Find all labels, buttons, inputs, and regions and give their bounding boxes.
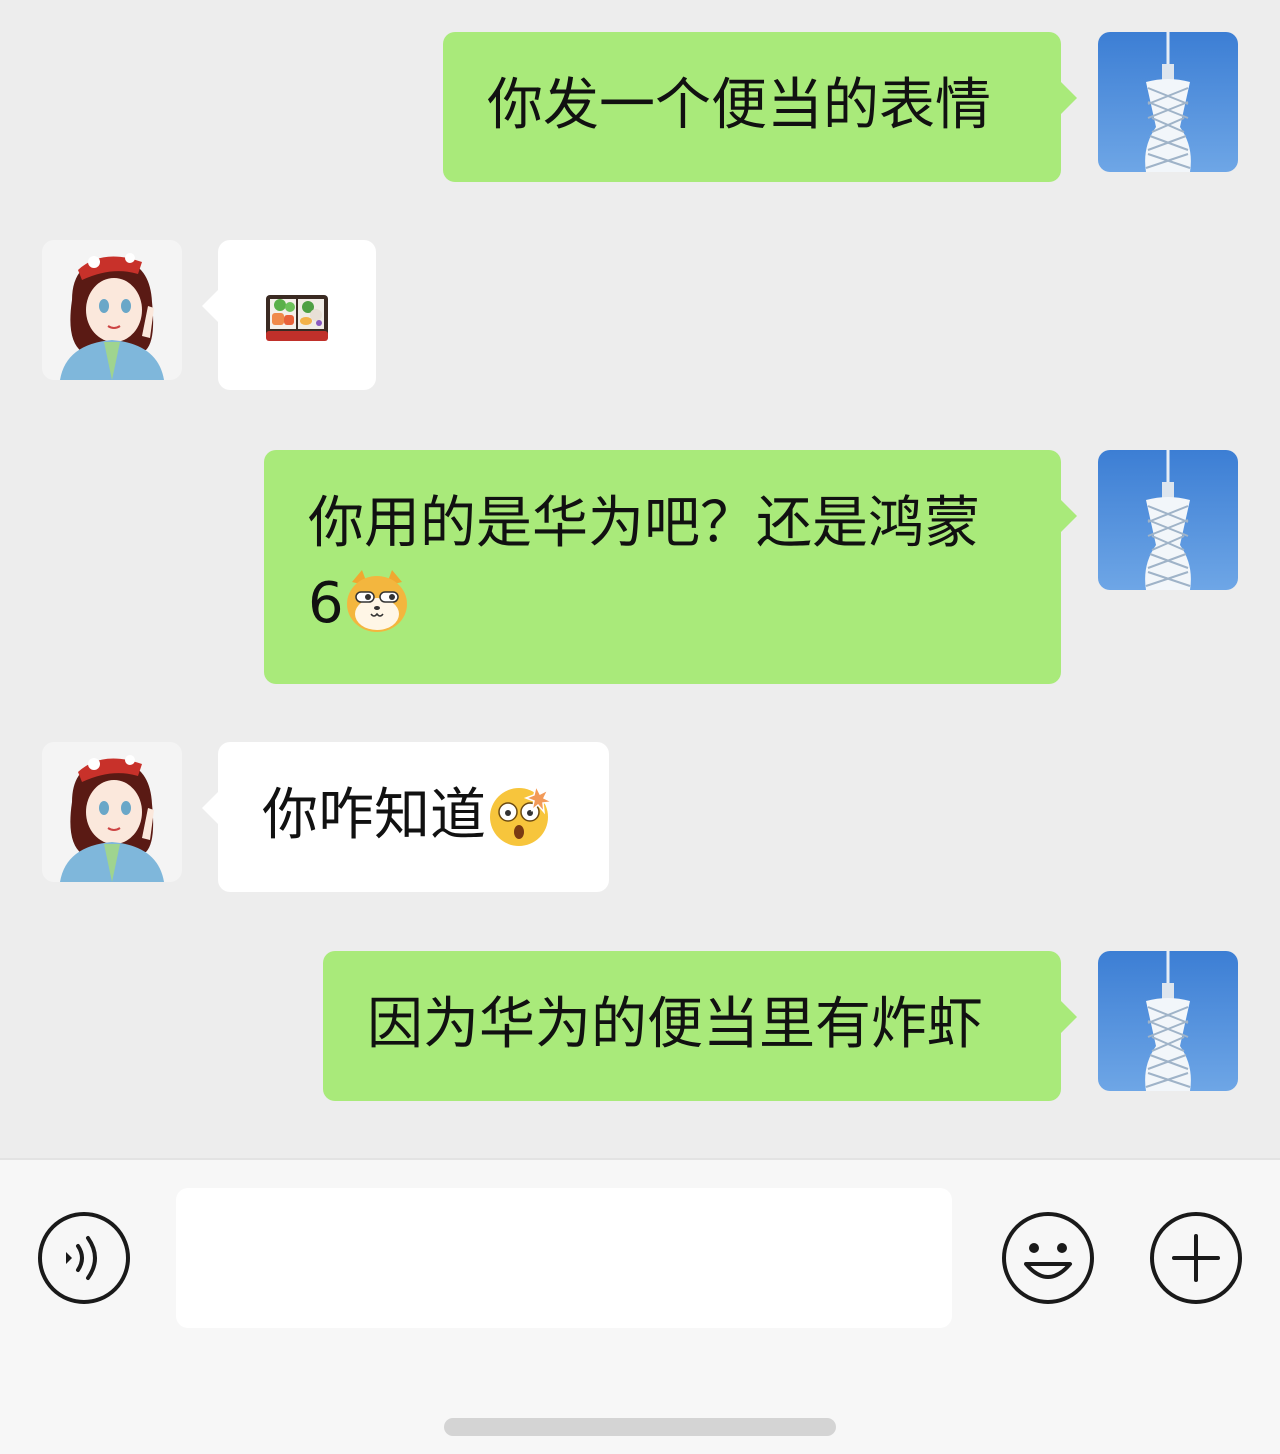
canton-tower-avatar-icon	[1098, 450, 1238, 590]
message-text-line2: 6	[308, 564, 1061, 644]
voice-button[interactable]	[36, 1210, 132, 1306]
message-text: 你咋知道	[262, 783, 486, 848]
anime-girl-avatar-icon	[42, 742, 182, 882]
home-indicator[interactable]	[444, 1418, 836, 1436]
message-bubble-self[interactable]: 你用的是华为吧？还是鸿蒙 6	[264, 450, 1077, 684]
message-text-suffix: 6	[308, 571, 344, 636]
other-avatar[interactable]	[42, 742, 182, 882]
canton-tower-avatar-icon	[1098, 32, 1238, 172]
voice-icon	[38, 1212, 130, 1304]
bento-box-emoji	[266, 295, 328, 341]
message-bubble-other[interactable]: 你咋知道	[202, 742, 609, 892]
more-button[interactable]	[1148, 1210, 1244, 1306]
input-bar	[0, 1158, 1280, 1454]
message-bubble-other[interactable]	[202, 240, 376, 390]
message-input[interactable]	[176, 1188, 952, 1328]
other-avatar[interactable]	[42, 240, 182, 380]
self-avatar[interactable]	[1098, 450, 1238, 590]
shocked-face-emoji	[490, 783, 552, 846]
message-text-line1: 你用的是华为吧？还是鸿蒙	[308, 491, 980, 556]
message-text: 因为华为的便当里有炸虾	[367, 992, 983, 1057]
self-avatar[interactable]	[1098, 32, 1238, 172]
canton-tower-avatar-icon	[1098, 951, 1238, 1091]
self-avatar[interactable]	[1098, 951, 1238, 1091]
message-bubble-self[interactable]: 因为华为的便当里有炸虾	[323, 951, 1077, 1101]
message-bubble-self[interactable]: 你发一个便当的表情	[443, 32, 1077, 182]
anime-girl-avatar-icon	[42, 240, 182, 380]
plus-circle-icon	[1150, 1212, 1242, 1304]
chat-area: 你发一个便当的表情 你用的是华为吧？还是鸿蒙 6 你咋知道 因为华为的便当里有炸…	[0, 0, 1280, 1158]
emoji-button[interactable]	[1000, 1210, 1096, 1306]
smiley-face-icon	[1002, 1212, 1094, 1304]
message-text: 你发一个便当的表情	[487, 73, 991, 138]
doge-emoji	[346, 570, 407, 632]
